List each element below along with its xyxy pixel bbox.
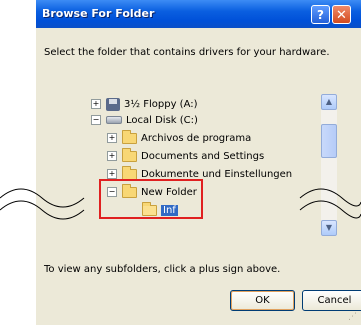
close-button[interactable]: ✕ [332, 5, 351, 24]
break-line-right [299, 200, 361, 219]
tree-item-archivos[interactable]: + Archivos de programa [107, 129, 252, 146]
expand-icon[interactable]: + [107, 151, 117, 161]
resize-grip-icon[interactable]: ⋰ [348, 312, 358, 322]
break-line-left [0, 200, 85, 220]
tree-item-label: Archivos de programa [141, 132, 252, 144]
hard-drive-icon [106, 116, 122, 124]
instruction-text: Select the folder that contains drivers … [44, 47, 330, 58]
ok-button[interactable]: OK [230, 290, 295, 311]
folder-icon [122, 165, 137, 180]
tree-item-label: Documents and Settings [141, 150, 265, 162]
folder-icon [122, 147, 137, 162]
tree-item-floppy[interactable]: + 3½ Floppy (A:) [91, 96, 198, 112]
break-marks [0, 188, 361, 220]
floppy-disk-icon [106, 97, 120, 111]
expand-icon[interactable]: + [107, 169, 117, 179]
scroll-down-icon[interactable]: ▼ [321, 220, 337, 236]
break-line-left [0, 188, 85, 208]
expand-icon[interactable]: + [107, 133, 117, 143]
tree-item-label: Local Disk (C:) [126, 114, 198, 126]
scroll-up-icon[interactable]: ▲ [321, 94, 337, 110]
tree-item-local-disk[interactable]: − Local Disk (C:) [91, 112, 198, 128]
folder-icon [122, 129, 137, 144]
tree-item-documents[interactable]: + Documents and Settings [107, 147, 265, 164]
help-button[interactable]: ? [311, 5, 330, 24]
hint-text: To view any subfolders, click a plus sig… [44, 264, 281, 275]
tree-item-label: Dokumente und Einstellungen [141, 168, 293, 180]
tree-item-label: 3½ Floppy (A:) [124, 98, 198, 110]
scroll-thumb[interactable] [321, 124, 337, 158]
expand-icon[interactable]: + [91, 99, 101, 109]
collapse-icon[interactable]: − [91, 115, 101, 125]
window-title: Browse For Folder [42, 7, 155, 20]
title-bar[interactable]: Browse For Folder ? ✕ [36, 0, 361, 28]
cancel-button[interactable]: Cancel [302, 290, 361, 311]
